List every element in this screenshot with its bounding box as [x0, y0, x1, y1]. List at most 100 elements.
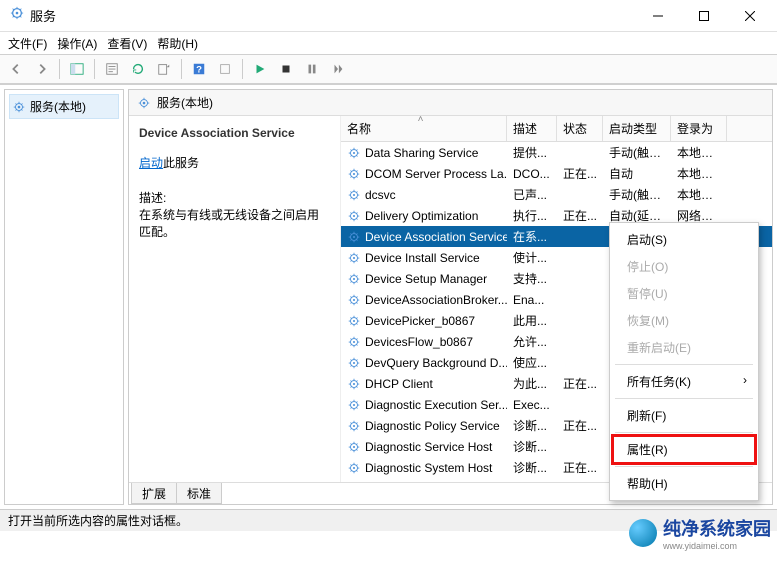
restart-service-button[interactable] — [326, 57, 350, 81]
service-desc: 此用... — [507, 312, 557, 329]
service-name: Device Install Service — [365, 251, 480, 265]
export-button[interactable] — [152, 57, 176, 81]
service-name: DCOM Server Process La... — [365, 167, 507, 181]
service-start-type: 手动(触发... — [603, 186, 671, 203]
window-titlebar: 服务 — [0, 0, 777, 32]
service-start-type: 自动 — [603, 165, 671, 182]
gear-icon — [347, 230, 361, 244]
service-desc: 使计... — [507, 249, 557, 266]
context-menu-help[interactable]: 帮助(H) — [613, 470, 755, 497]
tab-extended[interactable]: 扩展 — [131, 483, 177, 504]
nav-forward-button[interactable] — [30, 57, 54, 81]
service-name: Data Sharing Service — [365, 146, 478, 160]
gear-icon — [347, 209, 361, 223]
service-desc: 允许... — [507, 333, 557, 350]
tree-item-services-local[interactable]: 服务(本地) — [9, 94, 119, 119]
service-name: Diagnostic Service Host — [365, 440, 492, 454]
service-name: DevicePicker_b0867 — [365, 314, 475, 328]
toolbar-icon[interactable] — [213, 57, 237, 81]
service-desc: Ena... — [507, 293, 557, 307]
service-logon: 本地系统 — [671, 144, 727, 161]
gear-icon — [347, 293, 361, 307]
gear-icon — [347, 188, 361, 202]
description-label: 描述: — [139, 189, 330, 206]
service-row[interactable]: DCOM Server Process La...DCO...正在...自动本地… — [341, 163, 772, 184]
column-logon-as[interactable]: 登录为 — [671, 116, 727, 141]
gear-icon — [347, 167, 361, 181]
context-menu-start[interactable]: 启动(S) — [613, 226, 755, 253]
tree-item-label: 服务(本地) — [30, 98, 86, 115]
tab-standard[interactable]: 标准 — [176, 483, 222, 504]
gear-icon — [347, 398, 361, 412]
service-row[interactable]: Data Sharing Service 提供... 手动(触发...本地系统 — [341, 142, 772, 163]
window-minimize-button[interactable] — [635, 1, 681, 31]
column-status[interactable]: 状态 — [557, 116, 603, 141]
menu-view[interactable]: 查看(V) — [107, 35, 147, 52]
window-maximize-button[interactable] — [681, 1, 727, 31]
service-desc: DCO... — [507, 167, 557, 181]
service-name: DHCP Client — [365, 377, 433, 391]
context-menu-all-tasks[interactable]: 所有任务(K) — [613, 368, 755, 395]
context-menu: 启动(S) 停止(O) 暂停(U) 恢复(M) 重新启动(E) 所有任务(K) … — [609, 222, 759, 501]
service-status: 正在... — [557, 207, 603, 224]
context-menu-resume: 恢复(M) — [613, 307, 755, 334]
properties-button[interactable] — [100, 57, 124, 81]
pause-service-button[interactable] — [300, 57, 324, 81]
column-startup-type[interactable]: 启动类型 — [603, 116, 671, 141]
menu-action[interactable]: 操作(A) — [57, 35, 97, 52]
gear-icon — [347, 146, 361, 160]
menu-file[interactable]: 文件(F) — [8, 35, 47, 52]
selected-service-name: Device Association Service — [139, 126, 330, 140]
gear-icon — [347, 335, 361, 349]
context-menu-refresh[interactable]: 刷新(F) — [613, 402, 755, 429]
service-logon: 本地系统 — [671, 186, 727, 203]
start-service-button[interactable] — [248, 57, 272, 81]
info-panel: Device Association Service 启动此服务 描述: 在系统… — [129, 116, 341, 482]
service-desc: 诊断... — [507, 417, 557, 434]
service-desc: 为此... — [507, 375, 557, 392]
column-description[interactable]: 描述 — [507, 116, 557, 141]
service-status: 正在... — [557, 417, 603, 434]
context-menu-properties[interactable]: 属性(R) — [613, 436, 755, 463]
column-name[interactable]: 名称 — [341, 116, 507, 141]
gear-icon — [347, 377, 361, 391]
gear-icon — [137, 96, 151, 110]
service-name: dcsvc — [365, 188, 396, 202]
gear-icon — [347, 272, 361, 286]
service-actions: 启动此服务 — [139, 154, 330, 171]
watermark-text: 纯净系统家园 — [663, 519, 771, 539]
service-desc: 执行... — [507, 207, 557, 224]
gear-icon — [347, 356, 361, 370]
watermark-url: www.yidaimei.com — [663, 541, 771, 551]
service-name: DeviceAssociationBroker... — [365, 293, 507, 307]
gear-icon — [12, 100, 26, 114]
service-name: DevicesFlow_b0867 — [365, 335, 473, 349]
service-name: Diagnostic System Host — [365, 461, 492, 475]
service-logon: 本地系统 — [671, 165, 727, 182]
menu-help[interactable]: 帮助(H) — [157, 35, 198, 52]
context-menu-pause: 暂停(U) — [613, 280, 755, 307]
show-hide-tree-button[interactable] — [65, 57, 89, 81]
start-service-link[interactable]: 启动 — [139, 156, 163, 170]
nav-back-button[interactable] — [4, 57, 28, 81]
service-start-type: 手动(触发... — [603, 144, 671, 161]
refresh-button[interactable] — [126, 57, 150, 81]
help-button[interactable]: ? — [187, 57, 211, 81]
app-icon — [10, 6, 24, 25]
description-text: 在系统与有线或无线设备之间启用匹配。 — [139, 206, 330, 240]
pane-title: 服务(本地) — [157, 94, 213, 111]
service-desc: 在系... — [507, 228, 557, 245]
pane-header: 服务(本地) — [129, 90, 772, 116]
service-desc: 支持... — [507, 270, 557, 287]
toolbar: ? — [0, 54, 777, 84]
service-name: DevQuery Background D... — [365, 356, 507, 370]
gear-icon — [347, 440, 361, 454]
window-close-button[interactable] — [727, 1, 773, 31]
context-menu-restart: 重新启动(E) — [613, 334, 755, 361]
service-desc: 提供... — [507, 144, 557, 161]
window-title: 服务 — [30, 6, 635, 25]
stop-service-button[interactable] — [274, 57, 298, 81]
service-status: 正在... — [557, 375, 603, 392]
service-name: Diagnostic Policy Service — [365, 419, 500, 433]
service-row[interactable]: dcsvc已声...手动(触发...本地系统 — [341, 184, 772, 205]
